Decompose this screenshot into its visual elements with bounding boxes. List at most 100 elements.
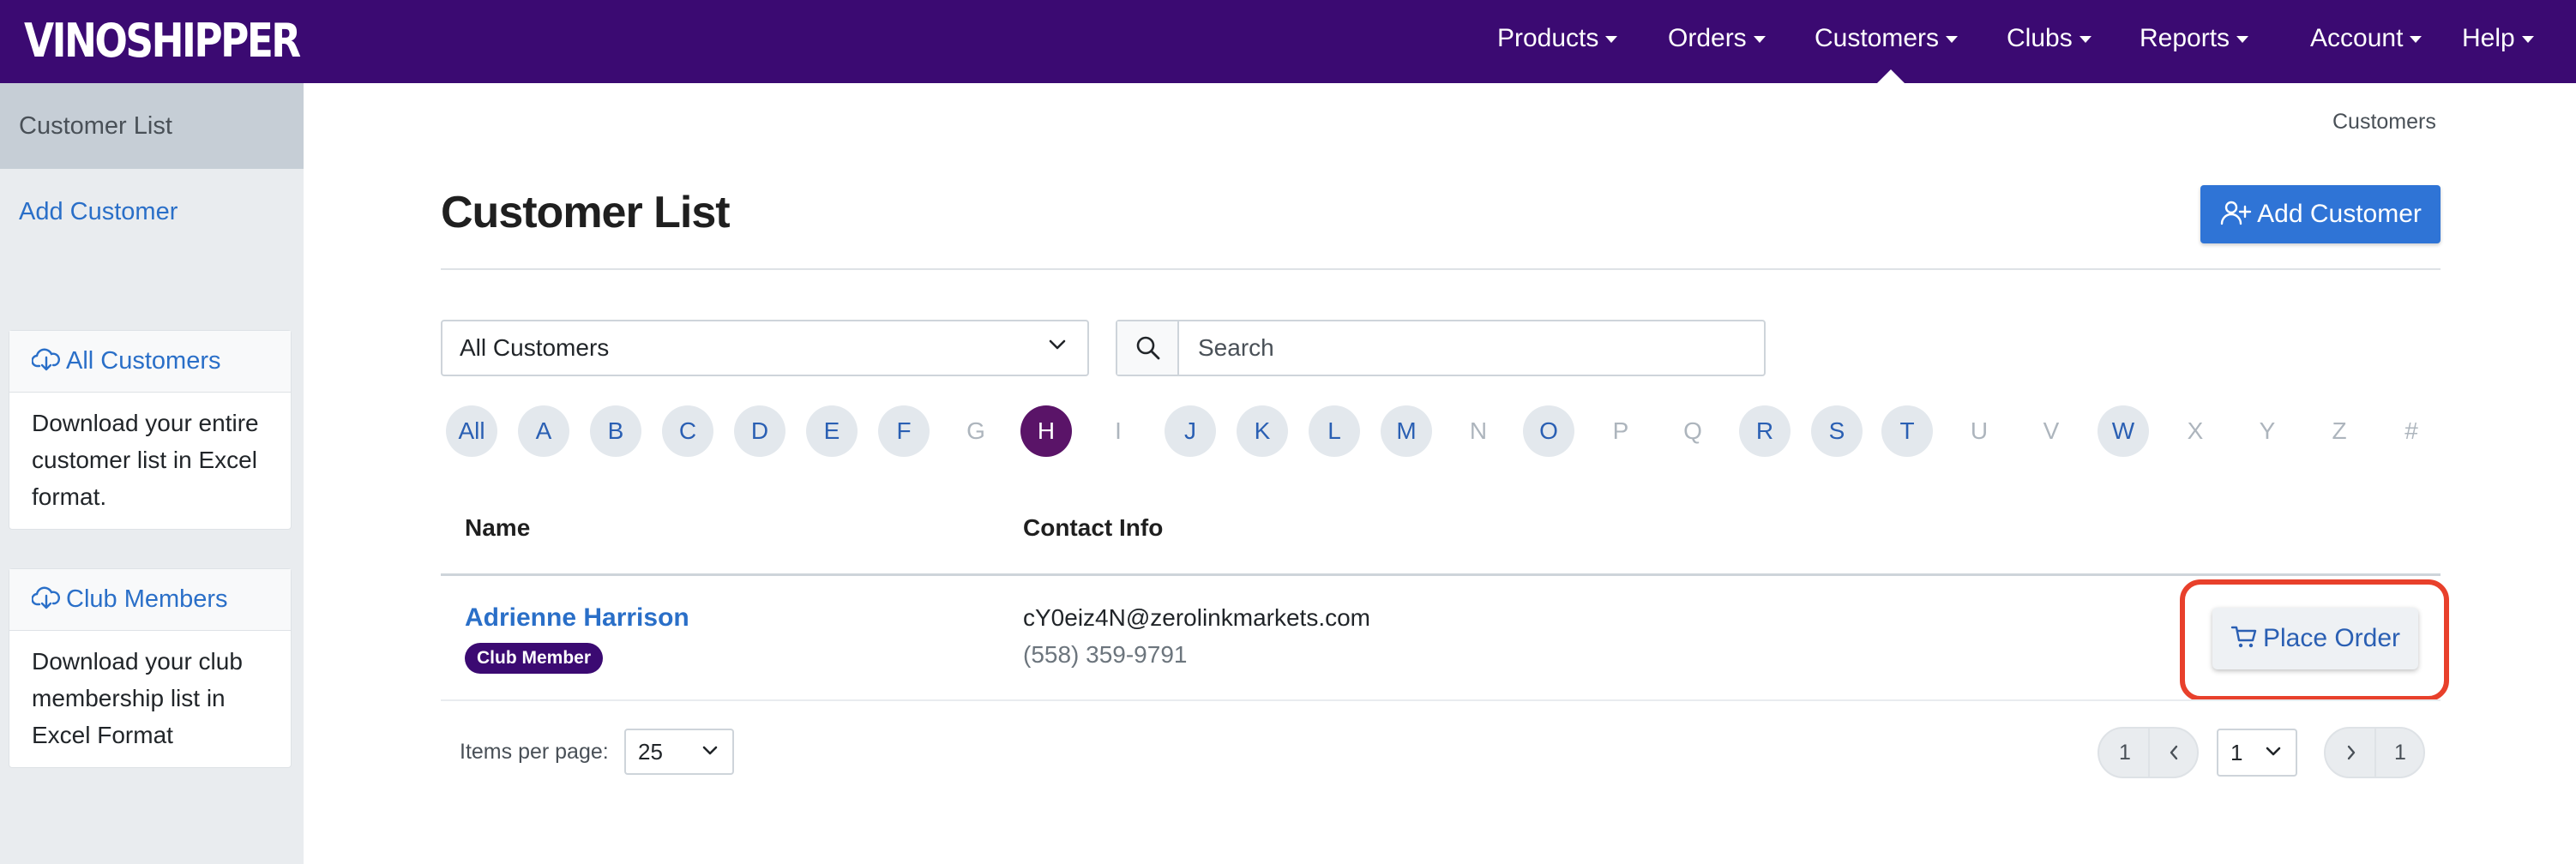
- club-member-badge: Club Member: [465, 643, 604, 674]
- cloud-download-icon: [31, 586, 60, 609]
- breadcrumb: Customers: [2332, 110, 2436, 134]
- caret-down-icon: [2079, 36, 2091, 44]
- nav-clubs[interactable]: Clubs: [2007, 0, 2091, 83]
- letter-filter-g: G: [966, 417, 985, 444]
- letter-filter-d[interactable]: D: [734, 405, 785, 457]
- all-customers-card: All Customers Download your entire custo…: [9, 330, 292, 530]
- first-page-button[interactable]: 1: [2101, 729, 2149, 777]
- letter-filter-b[interactable]: B: [590, 405, 641, 457]
- search-icon: [1136, 336, 1160, 360]
- last-page-button[interactable]: 1: [2376, 729, 2424, 777]
- nav-orders[interactable]: Orders: [1668, 0, 1766, 83]
- letter-filter-j[interactable]: J: [1165, 405, 1216, 457]
- cart-icon: [2230, 626, 2257, 648]
- add-customer-label: Add Customer: [2257, 200, 2422, 228]
- caret-down-icon: [2521, 36, 2534, 44]
- nav-help-label: Help: [2462, 24, 2515, 52]
- title-divider: [441, 268, 2441, 270]
- letter-filter-i: I: [1115, 417, 1122, 444]
- nav-help[interactable]: Help: [2462, 0, 2534, 83]
- letter-filter-n: N: [1469, 417, 1488, 444]
- card-title: All Customers: [66, 347, 221, 375]
- all-customers-download-link[interactable]: All Customers: [9, 331, 291, 393]
- items-per-page-label: Items per page:: [460, 740, 609, 764]
- letter-filter-q: Q: [1683, 417, 1702, 444]
- current-page-value: 1: [2230, 740, 2243, 765]
- nav-account-label: Account: [2310, 24, 2404, 52]
- items-per-page-value: 25: [638, 739, 663, 765]
- letter-filter-f[interactable]: F: [878, 405, 930, 457]
- letter-filter-t[interactable]: T: [1881, 405, 1933, 457]
- sidebar: Customer List Add Customer All Customers…: [0, 83, 304, 864]
- chevron-down-icon: [702, 746, 718, 755]
- customer-name-link[interactable]: Adrienne Harrison: [465, 603, 689, 633]
- letter-filter-s[interactable]: S: [1811, 405, 1863, 457]
- caret-down-icon: [2236, 36, 2249, 44]
- current-page-select[interactable]: 1: [2217, 729, 2297, 777]
- card-description: Download your club membership list in Ex…: [32, 648, 243, 748]
- caret-down-icon: [1753, 36, 1766, 44]
- letter-filter-l[interactable]: L: [1309, 405, 1360, 457]
- card-description: Download your entire customer list in Ex…: [32, 410, 259, 510]
- letter-filter-m[interactable]: M: [1381, 405, 1432, 457]
- search-addon: [1117, 321, 1179, 375]
- letter-filter-z: Z: [2332, 417, 2347, 444]
- letter-filter-r[interactable]: R: [1739, 405, 1791, 457]
- pager-next-last-group: 1: [2324, 727, 2425, 778]
- sidebar-item-add-customer[interactable]: Add Customer: [19, 198, 178, 226]
- letter-filter-p: P: [1612, 417, 1629, 444]
- letter-filter-u: U: [1970, 417, 1989, 444]
- nav-products-label: Products: [1497, 24, 1599, 52]
- chevron-left-icon: [2170, 745, 2178, 760]
- nav-account[interactable]: Account: [2310, 0, 2423, 83]
- letter-filter-h[interactable]: H: [1020, 405, 1072, 457]
- place-order-button[interactable]: Place Order: [2212, 608, 2418, 669]
- sidebar-item-customer-list[interactable]: Customer List: [0, 83, 304, 169]
- letter-filter-c[interactable]: C: [662, 405, 713, 457]
- items-per-page-select[interactable]: 25: [624, 729, 734, 775]
- caret-down-icon: [2410, 36, 2423, 44]
- nav-orders-label: Orders: [1668, 24, 1747, 52]
- row-divider: [441, 699, 2441, 701]
- club-members-card: Club Members Download your club membersh…: [9, 568, 292, 768]
- cloud-download-icon: [31, 348, 60, 371]
- chevron-down-icon: [2266, 747, 2281, 756]
- customer-segment-select[interactable]: All Customers: [441, 320, 1089, 376]
- column-header-contact: Contact Info: [1023, 514, 1164, 541]
- letter-filter-e[interactable]: E: [806, 405, 858, 457]
- customer-email: cY0eiz4N@zerolinkmarkets.com: [1023, 604, 1370, 631]
- letter-filter-a[interactable]: A: [518, 405, 569, 457]
- letter-filter-w[interactable]: W: [2098, 405, 2149, 457]
- nav-reports[interactable]: Reports: [2140, 0, 2249, 83]
- table-header-divider: [441, 573, 2441, 576]
- caret-down-icon: [1605, 36, 1618, 44]
- next-page-button[interactable]: [2327, 729, 2375, 777]
- letter-filter-o[interactable]: O: [1523, 405, 1574, 457]
- caret-down-icon: [1946, 36, 1959, 44]
- sidebar-item-label: Customer List: [19, 112, 172, 140]
- letter-filter-x: X: [2187, 417, 2204, 444]
- letter-filter-all[interactable]: All: [446, 405, 497, 457]
- card-title: Club Members: [66, 585, 228, 613]
- add-customer-button[interactable]: Add Customer: [2200, 185, 2441, 243]
- vinoshipper-logo[interactable]: VINOSHIPPER: [24, 15, 301, 67]
- previous-page-button[interactable]: [2150, 729, 2198, 777]
- nav-customers-label: Customers: [1815, 24, 1940, 52]
- customer-segment-value: All Customers: [460, 334, 610, 361]
- letter-filter-k[interactable]: K: [1237, 405, 1288, 457]
- chevron-right-icon: [2347, 745, 2356, 760]
- user-plus-icon: [2220, 201, 2252, 225]
- nav-reports-label: Reports: [2140, 24, 2230, 52]
- column-header-name: Name: [465, 514, 531, 541]
- nav-products[interactable]: Products: [1497, 0, 1618, 83]
- active-nav-indicator: [1877, 69, 1905, 83]
- club-members-download-link[interactable]: Club Members: [9, 569, 291, 631]
- page-title: Customer List: [441, 188, 731, 237]
- letter-filter-y: Y: [2259, 417, 2276, 444]
- place-order-label: Place Order: [2262, 624, 2401, 652]
- search-field: [1116, 320, 1766, 376]
- customer-phone: (558) 359-9791: [1023, 641, 1188, 668]
- search-input[interactable]: [1181, 321, 1764, 375]
- top-navbar: VINOSHIPPER Products Orders Customers Cl…: [0, 0, 2576, 83]
- letter-filter-v: V: [2043, 417, 2060, 444]
